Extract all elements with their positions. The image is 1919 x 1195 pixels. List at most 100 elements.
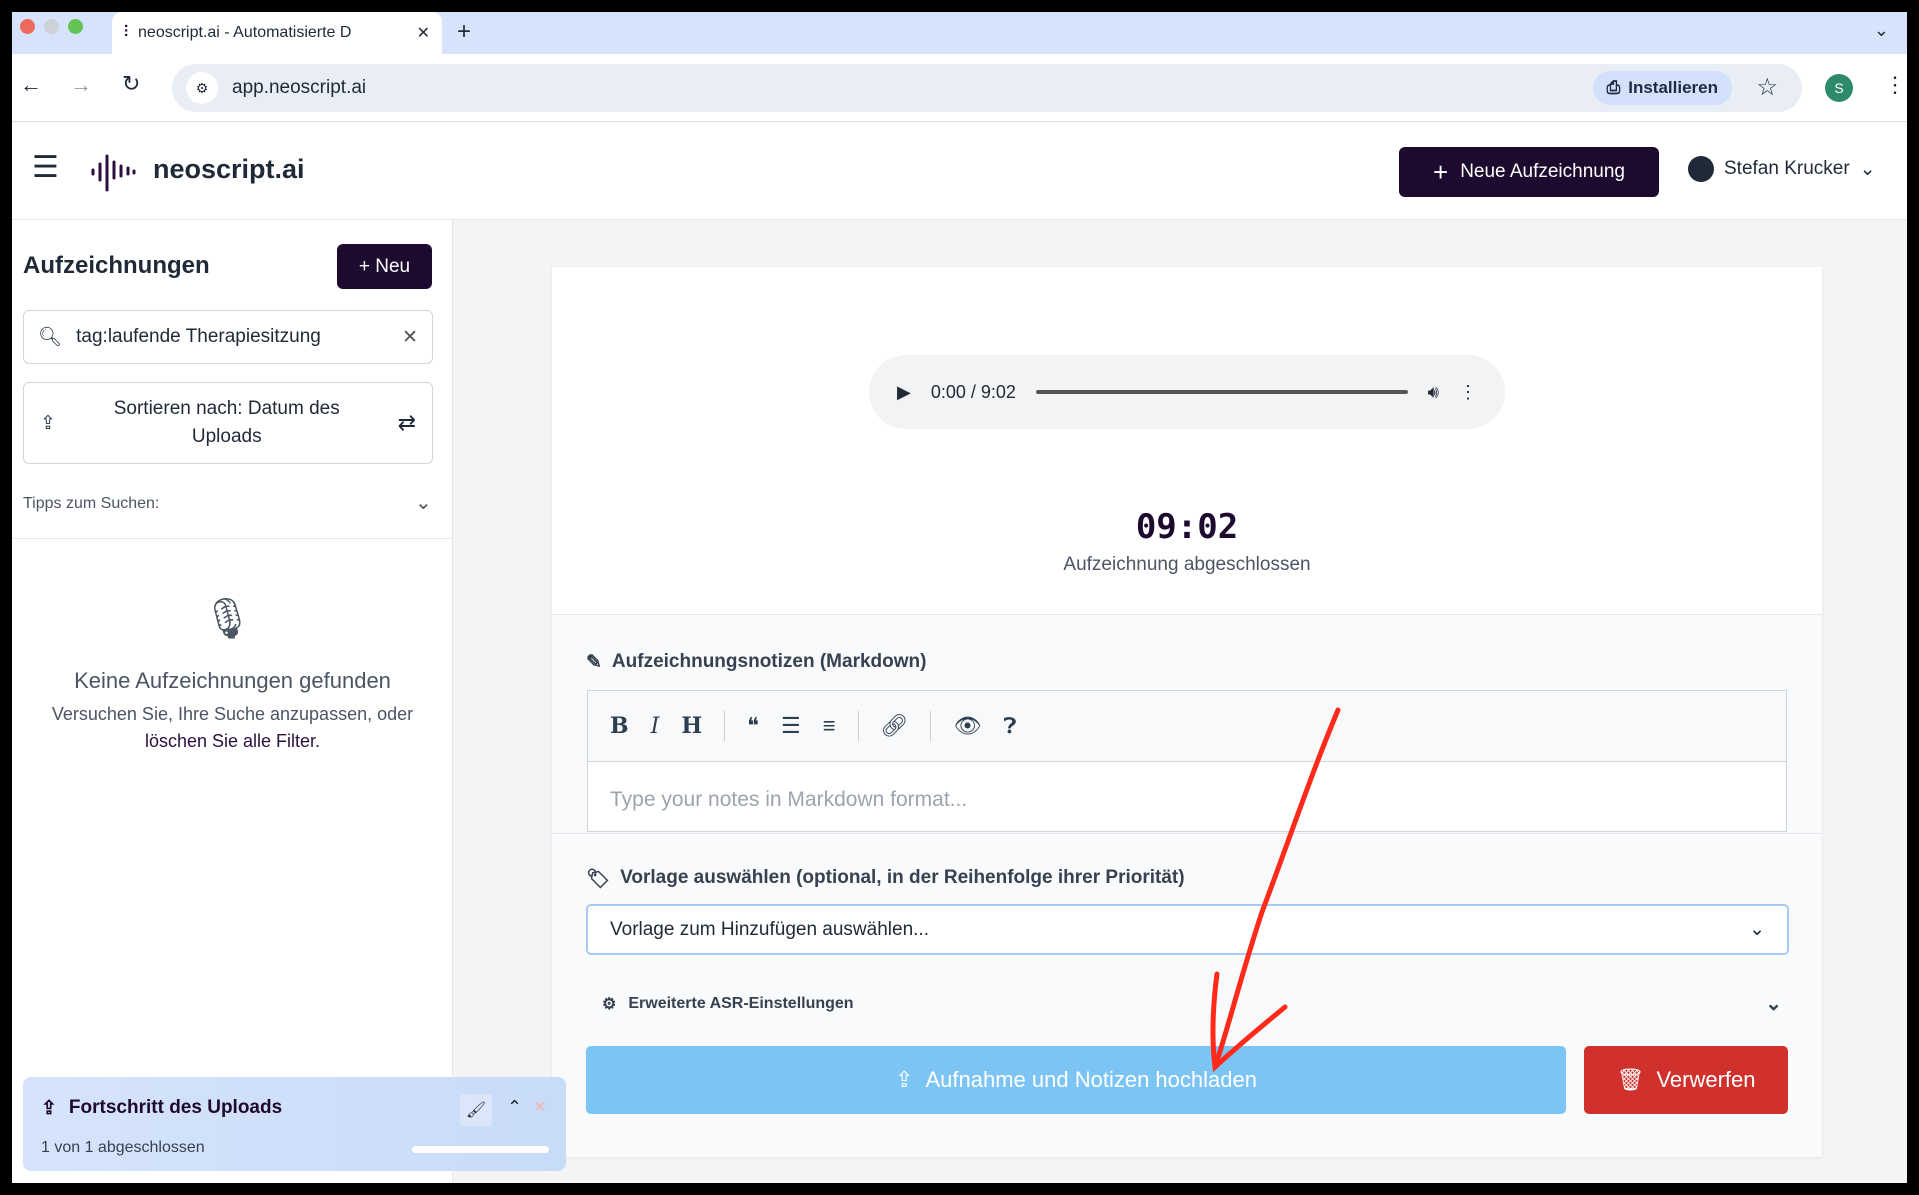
tab-list-chevron-icon[interactable]: ⌄ — [1874, 20, 1889, 41]
template-label: 🏷︎ Vorlage auswählen (optional, in der Re… — [586, 867, 1185, 891]
player-time: 0:00 / 9:02 — [930, 381, 1016, 402]
volume-icon[interactable]: 🔊︎ — [1428, 382, 1439, 403]
ordered-list-icon[interactable]: ≡ — [823, 713, 836, 739]
asr-settings-toggle[interactable]: ⚙ Erweiterte ASR-Einstellungen ⌄ — [602, 991, 1782, 1016]
close-icon[interactable]: ✕ — [533, 1097, 546, 1117]
preview-eye-icon[interactable]: 👁︎ — [953, 713, 981, 739]
maximize-window-button[interactable] — [68, 19, 83, 34]
template-selected: Vorlage zum Hinzufügen auswählen... — [610, 918, 929, 940]
upload-progress-bar — [412, 1146, 549, 1153]
empty-title: Keine Aufzeichnungen gefunden — [74, 668, 391, 693]
notes-textarea[interactable]: Type your notes in Markdown format... — [588, 762, 1786, 838]
brand-name[interactable]: neoscript.ai — [153, 154, 305, 185]
new-button[interactable]: + Neu — [337, 244, 432, 289]
minimize-window-button[interactable] — [44, 19, 59, 34]
chevron-down-icon[interactable]: ⌄ — [415, 490, 432, 515]
heading-button[interactable]: H — [681, 713, 702, 739]
clear-completed-brush-icon[interactable]: 🖌︎ — [460, 1094, 492, 1126]
site-settings-icon[interactable]: ⚙ — [186, 72, 218, 104]
bold-button[interactable]: B — [610, 713, 629, 739]
install-icon: ⎙ — [1606, 78, 1621, 97]
chevron-down-icon: ⌄ — [1859, 158, 1876, 180]
sidebar: Aufzeichnungen + Neu 🔍︎ tag:laufende The… — [12, 220, 453, 1183]
browser-tab[interactable]: ⫶ neoscript.ai - Automatisierte D ✕ — [112, 12, 442, 54]
recording-status: Aufzeichnung abgeschlossen — [1063, 554, 1311, 575]
back-icon[interactable]: ← — [20, 72, 42, 98]
user-name: Stefan Krucker — [1724, 158, 1850, 179]
empty-state: Keine Aufzeichnungen gefunden Versuchen … — [12, 668, 453, 752]
link-icon[interactable]: 🔗︎ — [881, 713, 909, 739]
clear-filters-link[interactable]: löschen Sie alle Filter. — [12, 731, 453, 752]
upload-panel-title: Fortschritt des Uploads — [68, 1097, 283, 1118]
pencil-icon: ✎ — [586, 652, 602, 673]
seek-slider[interactable] — [1035, 390, 1408, 394]
sidebar-title: Aufzeichnungen — [23, 252, 210, 279]
tab-bar: ⫶ neoscript.ai - Automatisierte D ✕ + ⌄ — [12, 12, 1907, 54]
more-options-icon[interactable]: ⋮ — [1459, 382, 1477, 403]
sort-button[interactable]: ⇪ Sortieren nach: Datum des Uploads ⇄ — [23, 382, 433, 464]
upload-button[interactable]: ⇪ Aufnahme und Notizen hochladen — [586, 1046, 1566, 1114]
toolbar-separator — [724, 711, 726, 741]
reload-icon[interactable]: ↻ — [122, 71, 140, 97]
search-input[interactable]: 🔍︎ tag:laufende Therapiesitzung ✕ — [23, 310, 433, 364]
empty-text: Versuchen Sie, Ihre Suche anzupassen, od… — [51, 704, 414, 724]
upload-progress-panel: ⇪ Fortschritt des Uploads 🖌︎ ⌃ ✕ 1 von 1 … — [23, 1077, 566, 1171]
upload-sort-icon: ⇪ — [40, 412, 56, 434]
help-icon[interactable]: ❓︎ — [1003, 713, 1016, 739]
search-icon: 🔍︎ — [38, 327, 63, 348]
swap-icon: ⇄ — [397, 410, 416, 435]
tags-icon: 🏷︎ — [586, 869, 611, 890]
user-menu[interactable]: Stefan Krucker ⌄ — [1688, 156, 1876, 182]
upload-progress-fill — [412, 1146, 549, 1153]
neoscript-logo-icon — [91, 154, 136, 192]
install-label: Installieren — [1628, 78, 1718, 97]
search-tips-toggle[interactable]: Tipps zum Suchen: — [23, 495, 159, 513]
url-text: app.neoscript.ai — [232, 77, 367, 98]
audio-player: ▶ 0:00 / 9:02 🔊︎ ⋮ — [869, 355, 1505, 429]
recording-card: ▶ 0:00 / 9:02 🔊︎ ⋮ 09:02 Aufzeichnung ab… — [552, 267, 1822, 1157]
discard-button[interactable]: 🗑︎ Verwerfen — [1584, 1046, 1788, 1114]
unordered-list-icon[interactable]: ☰ — [781, 713, 801, 739]
markdown-editor: B I H ❝ ☰ ≡ 🔗︎ 👁︎ ❓︎ Type your notes in … — [587, 690, 1787, 832]
collapse-chevron-up-icon[interactable]: ⌃ — [507, 1097, 522, 1118]
browser-menu-icon[interactable]: ⋮ — [1884, 72, 1906, 98]
app-header: ☰ neoscript.ai + Neue Aufzeichnung Stefan… — [12, 122, 1907, 220]
new-recording-label: Neue Aufzeichnung — [1460, 161, 1625, 182]
trash-icon: 🗑︎ — [1616, 1067, 1645, 1092]
template-select[interactable]: Vorlage zum Hinzufügen auswählen... ⌄ — [586, 904, 1789, 955]
clear-search-icon[interactable]: ✕ — [402, 326, 418, 349]
plus-icon: + — [1433, 156, 1449, 187]
new-recording-button[interactable]: + Neue Aufzeichnung — [1399, 147, 1659, 197]
template-label-text: Vorlage auswählen (optional, in der Reih… — [620, 867, 1185, 888]
editor-toolbar: B I H ❝ ☰ ≡ 🔗︎ 👁︎ ❓︎ — [588, 691, 1786, 762]
toolbar-separator — [930, 711, 932, 741]
profile-avatar[interactable]: S — [1825, 74, 1853, 102]
notes-label: ✎ Aufzeichnungsnotizen (Markdown) — [586, 651, 926, 674]
quote-icon[interactable]: ❝ — [747, 713, 759, 739]
main-content: ▶ 0:00 / 9:02 🔊︎ ⋮ 09:02 Aufzeichnung ab… — [453, 220, 1907, 1183]
tab-title: neoscript.ai - Automatisierte D — [138, 24, 352, 41]
discard-label: Verwerfen — [1656, 1067, 1756, 1092]
browser-window: ⫶ neoscript.ai - Automatisierte D ✕ + ⌄ … — [12, 12, 1907, 1183]
upload-icon: ⇪ — [41, 1098, 57, 1119]
chevron-down-icon: ⌄ — [1749, 919, 1765, 940]
install-button[interactable]: ⎙ Installieren — [1592, 71, 1732, 105]
waveform-icon: ⫶ — [124, 24, 129, 41]
italic-button[interactable]: I — [651, 714, 660, 739]
new-tab-button[interactable]: + — [457, 18, 471, 46]
notes-label-text: Aufzeichnungsnotizen (Markdown) — [611, 651, 927, 672]
asr-label: Erweiterte ASR-Einstellungen — [628, 994, 854, 1012]
hamburger-menu-icon[interactable]: ☰ — [32, 150, 59, 185]
close-tab-icon[interactable]: ✕ — [417, 23, 430, 43]
upload-label: Aufnahme und Notizen hochladen — [925, 1067, 1257, 1092]
close-window-button[interactable] — [20, 19, 35, 34]
microphone-slash-icon: 🎙︎ — [202, 597, 253, 641]
upload-icon: ⇪ — [895, 1067, 914, 1092]
url-bar[interactable]: ⚙ app.neoscript.ai ⎙ Installieren ☆ — [172, 64, 1802, 112]
gear-icon: ⚙ — [602, 995, 617, 1013]
bookmark-star-icon[interactable]: ☆ — [1756, 73, 1778, 102]
play-icon[interactable]: ▶ — [897, 382, 911, 403]
new-label: Neu — [375, 255, 411, 277]
sort-label: Sortieren nach: Datum des Uploads — [113, 398, 340, 447]
forward-icon[interactable]: → — [70, 72, 92, 98]
